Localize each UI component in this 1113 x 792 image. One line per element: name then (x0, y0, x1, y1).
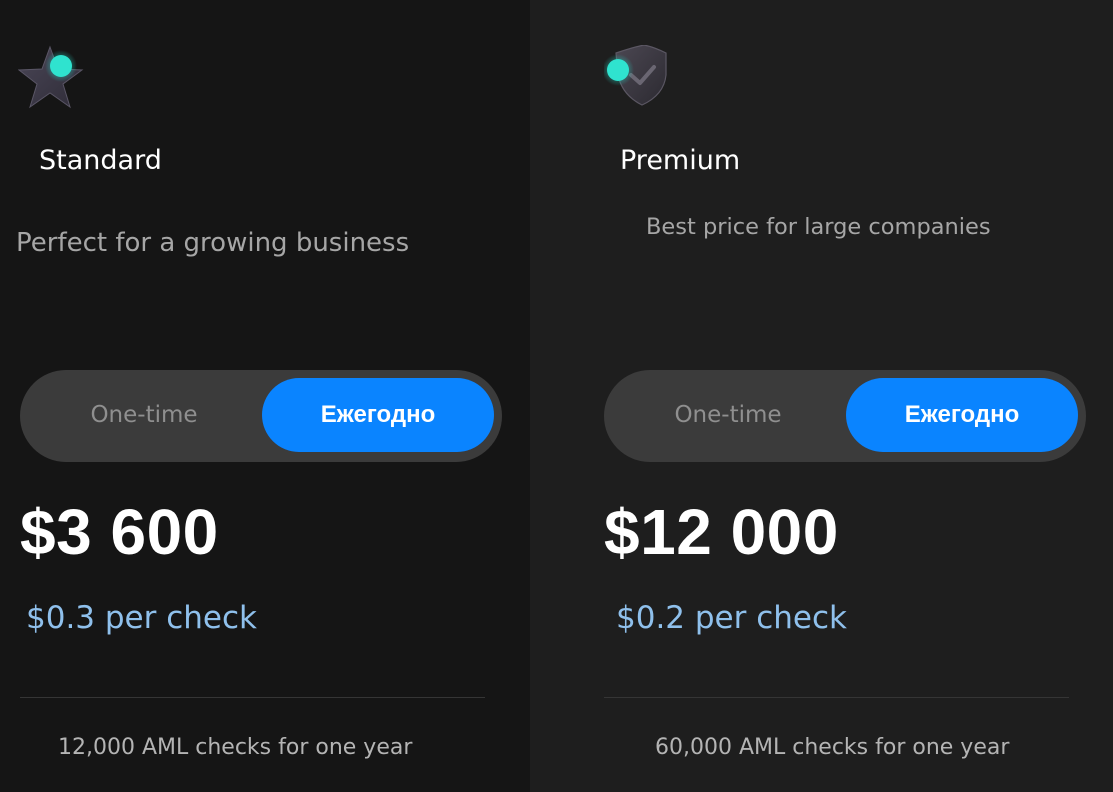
divider (604, 697, 1069, 698)
price-per-check: $0.2 per check (616, 600, 847, 636)
feature-item: 60,000 AML checks for one year (655, 735, 1010, 760)
billing-toggle: One-time Ежегодно (604, 370, 1086, 462)
billing-option-one-time[interactable]: One-time (612, 378, 844, 452)
billing-toggle: One-time Ежегодно (20, 370, 502, 462)
billing-option-annual[interactable]: Ежегодно (262, 378, 494, 452)
plan-description: Best price for large companies (646, 214, 991, 240)
pricing-page: Standard Perfect for a growing business … (0, 0, 1113, 792)
plan-name: Premium (620, 145, 741, 176)
feature-item: 12,000 AML checks for one year (58, 735, 413, 760)
billing-option-one-time[interactable]: One-time (28, 378, 260, 452)
plan-price: $12 000 (604, 496, 839, 568)
divider (20, 697, 485, 698)
shield-check-icon (602, 44, 672, 109)
plan-description: Perfect for a growing business (16, 228, 410, 258)
plan-card-standard: Standard Perfect for a growing business … (0, 0, 530, 792)
price-per-check: $0.3 per check (26, 600, 257, 636)
plan-name: Standard (39, 145, 162, 176)
plan-card-premium: Premium Best price for large companies O… (530, 0, 1113, 792)
star-icon (17, 45, 86, 109)
plan-price: $3 600 (20, 496, 219, 568)
billing-option-annual[interactable]: Ежегодно (846, 378, 1078, 452)
